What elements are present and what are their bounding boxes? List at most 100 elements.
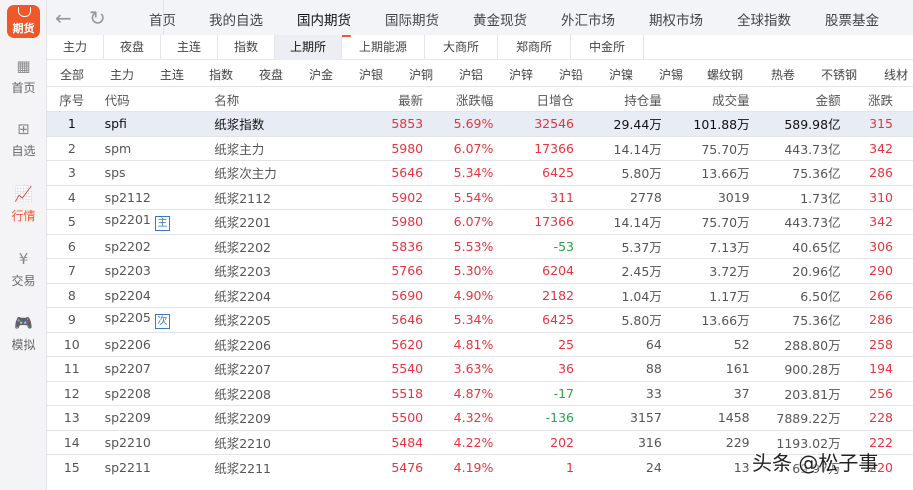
filter-7[interactable]: 沪铜 xyxy=(409,66,433,83)
column-header[interactable]: 成交量 xyxy=(662,87,750,112)
cell-text: 20.96亿 xyxy=(792,264,841,280)
exchange-tab-3[interactable]: 指数 xyxy=(218,35,275,60)
exchange-tab-2[interactable]: 主连 xyxy=(161,35,218,60)
sidebar-item-2[interactable]: 📈 行情 xyxy=(0,183,47,224)
filter-4[interactable]: 夜盘 xyxy=(259,66,283,83)
main-tab-3[interactable]: 国际期货 xyxy=(385,9,439,29)
filter-15[interactable]: 不锈钢 xyxy=(821,66,857,83)
cell-持仓量: 24 xyxy=(573,454,662,479)
column-header[interactable]: 涨跌 xyxy=(841,87,913,112)
table-row[interactable]: 12 sp2208 纸浆2208 5518 4.87% -17 33 37 203.81万 256 xyxy=(47,380,913,406)
main-tab-4[interactable]: 黄金现货 xyxy=(473,9,527,29)
chart-icon: 📈 xyxy=(14,185,33,203)
cell-代码: sp2210 xyxy=(96,429,209,455)
table-row[interactable]: 8 sp2204 纸浆2204 5690 4.90% 2182 1.04万 1.17万 6.50… xyxy=(47,282,913,308)
cell-金额: 443.73亿 xyxy=(749,209,841,234)
exchange-tab-0[interactable]: 主力 xyxy=(47,35,104,60)
cell-成交量: 3019 xyxy=(661,184,750,210)
cell-text: 纸浆2211 xyxy=(214,460,271,476)
cell-涨跌幅: 4.22% xyxy=(423,429,494,455)
filter-5[interactable]: 沪金 xyxy=(309,66,333,83)
cell-最新: 5902 xyxy=(328,184,424,210)
cell-持仓量: 2.45万 xyxy=(573,258,662,283)
table-row[interactable]: 5 sp2201 主纸浆2201 5980 6.07% 17366 14.14万 75.70万… xyxy=(47,209,913,234)
filter-3[interactable]: 指数 xyxy=(209,66,233,83)
exchange-tab-7[interactable]: 郑商所 xyxy=(498,35,571,60)
column-header[interactable]: 持仓量 xyxy=(574,87,662,112)
cell-日增仓: -136 xyxy=(493,405,574,430)
cell-最新: 5836 xyxy=(328,233,424,259)
filter-10[interactable]: 沪铅 xyxy=(559,66,583,83)
cell-text: 5.80万 xyxy=(621,313,662,329)
exchange-tab-8[interactable]: 中金所 xyxy=(571,35,644,60)
main-tab-5[interactable]: 外汇市场 xyxy=(561,9,615,29)
filter-8[interactable]: 沪铝 xyxy=(459,66,483,83)
cell-text: 5620 xyxy=(391,336,424,352)
exchange-tab-6[interactable]: 大商所 xyxy=(425,35,498,60)
main-tab-1[interactable]: 我的自选 xyxy=(209,9,263,29)
filter-13[interactable]: 螺纹钢 xyxy=(707,66,743,83)
cell-text: 5980 xyxy=(391,214,424,230)
filter-9[interactable]: 沪锌 xyxy=(509,66,533,83)
main-tab-8[interactable]: 股票基金 xyxy=(825,9,879,29)
table-row[interactable]: 9 sp2205 次纸浆2205 5646 5.34% 6425 5.80万 13.66万 75… xyxy=(47,307,913,332)
cell-text: 88 xyxy=(645,361,662,377)
cell-名称: 纸浆2206 xyxy=(208,331,329,357)
table-row[interactable]: 4 sp2112 纸浆2112 5902 5.54% 311 2778 3019 1.73亿 31… xyxy=(47,184,913,210)
filter-2[interactable]: 主连 xyxy=(160,66,184,83)
column-header[interactable]: 序号 xyxy=(47,87,97,112)
sidebar-item-3[interactable]: ¥ 交易 xyxy=(0,248,47,289)
table-row[interactable]: 7 sp2203 纸浆2203 5766 5.30% 6204 2.45万 3.72万 20.9… xyxy=(47,258,913,283)
cell-序号: 4 xyxy=(47,184,97,210)
exchange-tab-1[interactable]: 夜盘 xyxy=(104,35,161,60)
cell-text: 161 xyxy=(725,361,750,377)
sidebar-item-4[interactable]: 🎮 模拟 xyxy=(0,312,47,353)
filter-16[interactable]: 线材 xyxy=(884,66,908,83)
column-header[interactable]: 涨跌幅 xyxy=(423,87,494,112)
exchange-tab-5[interactable]: 上期能源 xyxy=(342,35,425,60)
filter-1[interactable]: 主力 xyxy=(110,66,134,83)
cell-text: 194 xyxy=(869,361,893,377)
filter-14[interactable]: 热卷 xyxy=(771,66,795,83)
cell-text: 5646 xyxy=(391,165,424,181)
cell-涨跌: 228 xyxy=(840,405,913,430)
cell-text: sp2208 xyxy=(104,385,151,401)
main-tab-2[interactable]: 国内期货 xyxy=(297,9,351,37)
table-row[interactable]: 3 sps 纸浆次主力 5646 5.34% 6425 5.80万 13.66万 75.36亿 2… xyxy=(47,160,913,185)
column-header[interactable]: 日增仓 xyxy=(493,87,574,112)
column-header[interactable]: 最新 xyxy=(328,87,423,112)
gamepad-icon: 🎮 xyxy=(14,314,33,332)
cell-持仓量: 33 xyxy=(573,380,662,406)
filter-6[interactable]: 沪银 xyxy=(359,66,383,83)
filter-11[interactable]: 沪镍 xyxy=(609,66,633,83)
cell-text: 306 xyxy=(869,238,893,254)
column-header[interactable]: 金额 xyxy=(750,87,841,112)
cell-成交量: 161 xyxy=(661,356,750,381)
main-tab-0[interactable]: 首页 xyxy=(149,9,176,29)
cell-涨跌: 315 xyxy=(840,111,913,136)
table-row[interactable]: 11 sp2207 纸浆2207 5540 3.63% 36 88 161 900.28万 194 xyxy=(47,356,913,381)
cell-text: 5.80万 xyxy=(621,166,662,182)
filter-12[interactable]: 沪锡 xyxy=(659,66,683,83)
app-logo[interactable]: 期货 xyxy=(7,5,40,38)
table-row[interactable]: 13 sp2209 纸浆2209 5500 4.32% -136 3157 1458 7889.… xyxy=(47,405,913,430)
column-header[interactable]: 名称 xyxy=(208,87,328,112)
table-row[interactable]: 1 spfi 纸浆指数 5853 5.69% 32546 29.44万 101.88万 589.… xyxy=(47,111,913,136)
cell-代码: sps xyxy=(96,160,209,185)
cell-text: 纸浆2207 xyxy=(214,362,271,378)
column-header[interactable]: 代码 xyxy=(97,87,209,112)
sidebar-item-0[interactable]: ▦ 首页 xyxy=(0,55,47,96)
back-arrow-icon[interactable]: ← xyxy=(55,6,72,30)
cell-text: sp2204 xyxy=(104,287,151,303)
cell-代码: sp2205 次 xyxy=(96,307,209,332)
refresh-icon[interactable]: ↻ xyxy=(89,6,106,30)
exchange-tab-4[interactable]: 上期所 xyxy=(275,35,342,60)
main-tab-6[interactable]: 期权市场 xyxy=(649,9,703,29)
main-tab-7[interactable]: 全球指数 xyxy=(737,9,791,29)
cell-text: 342 xyxy=(869,140,893,156)
table-row[interactable]: 10 sp2206 纸浆2206 5620 4.81% 25 64 52 288.80万 258 xyxy=(47,331,913,357)
table-row[interactable]: 6 sp2202 纸浆2202 5836 5.53% -53 5.37万 7.13万 40.65… xyxy=(47,233,913,259)
filter-0[interactable]: 全部 xyxy=(60,66,84,83)
sidebar-item-1[interactable]: ⊞ 自选 xyxy=(0,118,47,159)
table-row[interactable]: 2 spm 纸浆主力 5980 6.07% 17366 14.14万 75.70万 443.73… xyxy=(47,135,913,161)
